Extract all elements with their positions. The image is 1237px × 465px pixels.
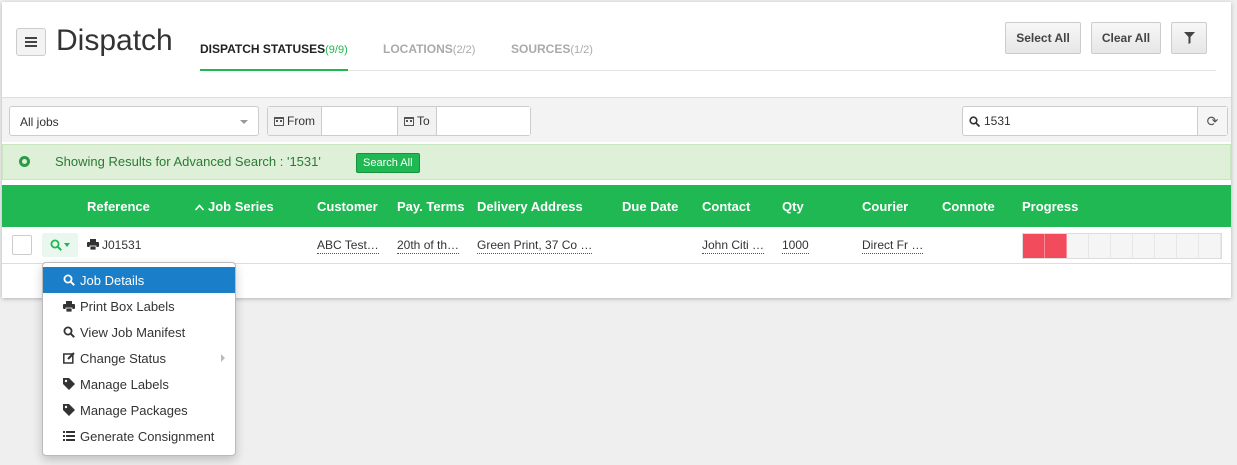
search-icon xyxy=(969,115,980,127)
row-progress-bar xyxy=(1022,233,1222,259)
refresh-icon: ⟳ xyxy=(1206,112,1219,129)
progress-segment xyxy=(1067,234,1089,258)
progress-segment xyxy=(1023,234,1045,258)
row-actions-menu: Job Details Print Box Labels View Job Ma… xyxy=(42,262,236,456)
search-all-button[interactable]: Search All xyxy=(356,153,420,173)
search-results-alert: Showing Results for Advanced Search : '1… xyxy=(2,144,1231,180)
column-progress[interactable]: Progress xyxy=(1022,199,1078,214)
date-range: From To xyxy=(267,106,531,136)
tag-icon xyxy=(63,404,75,416)
page-title: Dispatch xyxy=(56,24,173,57)
progress-segment xyxy=(1133,234,1155,258)
menu-item-manage-packages[interactable]: Manage Packages xyxy=(43,397,235,423)
column-due-date[interactable]: Due Date xyxy=(622,199,678,214)
column-pay-terms[interactable]: Pay. Terms xyxy=(397,199,464,214)
search-box: 1531 ⟳ xyxy=(962,106,1228,136)
check-circle-icon xyxy=(19,156,30,167)
menu-item-change-status[interactable]: Change Status xyxy=(43,345,235,371)
caret-down-icon xyxy=(64,243,70,247)
list-icon xyxy=(63,430,75,442)
to-date-input[interactable] xyxy=(436,107,530,135)
from-date-input[interactable] xyxy=(322,107,397,135)
row-reference: J01531 xyxy=(87,238,141,252)
row-qty[interactable]: 1000 xyxy=(782,238,809,254)
table-header: Reference Job Series Customer Pay. Terms… xyxy=(2,185,1231,227)
column-customer[interactable]: Customer xyxy=(317,199,378,214)
calendar-icon xyxy=(274,117,284,126)
printer-icon xyxy=(87,239,99,251)
menu-item-view-job-manifest[interactable]: View Job Manifest xyxy=(43,319,235,345)
hamburger-icon xyxy=(25,41,37,43)
row-delivery-address[interactable]: Green Print, 37 Co … xyxy=(477,238,593,254)
funnel-icon xyxy=(1183,32,1195,44)
row-courier[interactable]: Direct Fr … xyxy=(862,238,924,254)
column-job-series[interactable]: Job Series xyxy=(194,199,274,214)
progress-segment xyxy=(1177,234,1199,258)
filter-button[interactable] xyxy=(1171,22,1207,54)
progress-segment xyxy=(1089,234,1111,258)
row-customer[interactable]: ABC Test… xyxy=(317,238,379,254)
clear-all-button[interactable]: Clear All xyxy=(1091,22,1161,54)
column-connote[interactable]: Connote xyxy=(942,199,995,214)
from-addon: From xyxy=(268,107,322,135)
progress-segment xyxy=(1111,234,1133,258)
edit-icon xyxy=(63,352,75,364)
sort-up-icon xyxy=(194,204,205,211)
row-contact[interactable]: John Citi … xyxy=(702,238,765,254)
calendar-icon xyxy=(404,117,414,126)
tab-sources[interactable]: SOURCES(1/2) xyxy=(511,42,593,71)
menu-item-job-details[interactable]: Job Details xyxy=(43,267,235,293)
to-addon: To xyxy=(397,107,437,135)
row-pay-terms[interactable]: 20th of th… xyxy=(397,238,460,254)
tab-dispatch-statuses[interactable]: DISPATCH STATUSES(9/9) xyxy=(200,42,348,71)
tab-locations[interactable]: LOCATIONS(2/2) xyxy=(383,42,475,71)
printer-icon xyxy=(63,300,75,312)
alert-message: Showing Results for Advanced Search : '1… xyxy=(55,154,321,169)
progress-segment xyxy=(1155,234,1177,258)
column-qty[interactable]: Qty xyxy=(782,199,804,214)
search-icon xyxy=(63,274,75,286)
progress-segment xyxy=(1045,234,1067,258)
table-row[interactable]: J01531 ABC Test… 20th of th… Green Print… xyxy=(2,227,1231,264)
column-contact[interactable]: Contact xyxy=(702,199,750,214)
chevron-down-icon xyxy=(240,120,248,124)
page-header: Dispatch DISPATCH STATUSES(9/9) LOCATION… xyxy=(2,2,1231,98)
menu-item-manage-labels[interactable]: Manage Labels xyxy=(43,371,235,397)
menu-item-generate-consignment[interactable]: Generate Consignment xyxy=(43,423,235,449)
jobs-select[interactable]: All jobs xyxy=(9,106,259,136)
search-input[interactable]: 1531 xyxy=(963,107,1197,135)
row-checkbox[interactable] xyxy=(12,235,32,255)
filter-bar: All jobs From To 1531 ⟳ xyxy=(2,98,1231,142)
column-reference[interactable]: Reference xyxy=(87,199,150,214)
row-actions-button[interactable] xyxy=(42,233,78,257)
chevron-right-icon xyxy=(221,354,225,362)
menu-item-print-box-labels[interactable]: Print Box Labels xyxy=(43,293,235,319)
search-icon xyxy=(63,326,75,338)
tag-icon xyxy=(63,378,75,390)
column-courier[interactable]: Courier xyxy=(862,199,908,214)
progress-segment xyxy=(1199,234,1221,258)
refresh-button[interactable]: ⟳ xyxy=(1197,107,1227,135)
column-delivery-address[interactable]: Delivery Address xyxy=(477,199,583,214)
search-icon xyxy=(50,239,62,251)
hamburger-menu-button[interactable] xyxy=(16,28,46,56)
select-all-button[interactable]: Select All xyxy=(1005,22,1081,54)
